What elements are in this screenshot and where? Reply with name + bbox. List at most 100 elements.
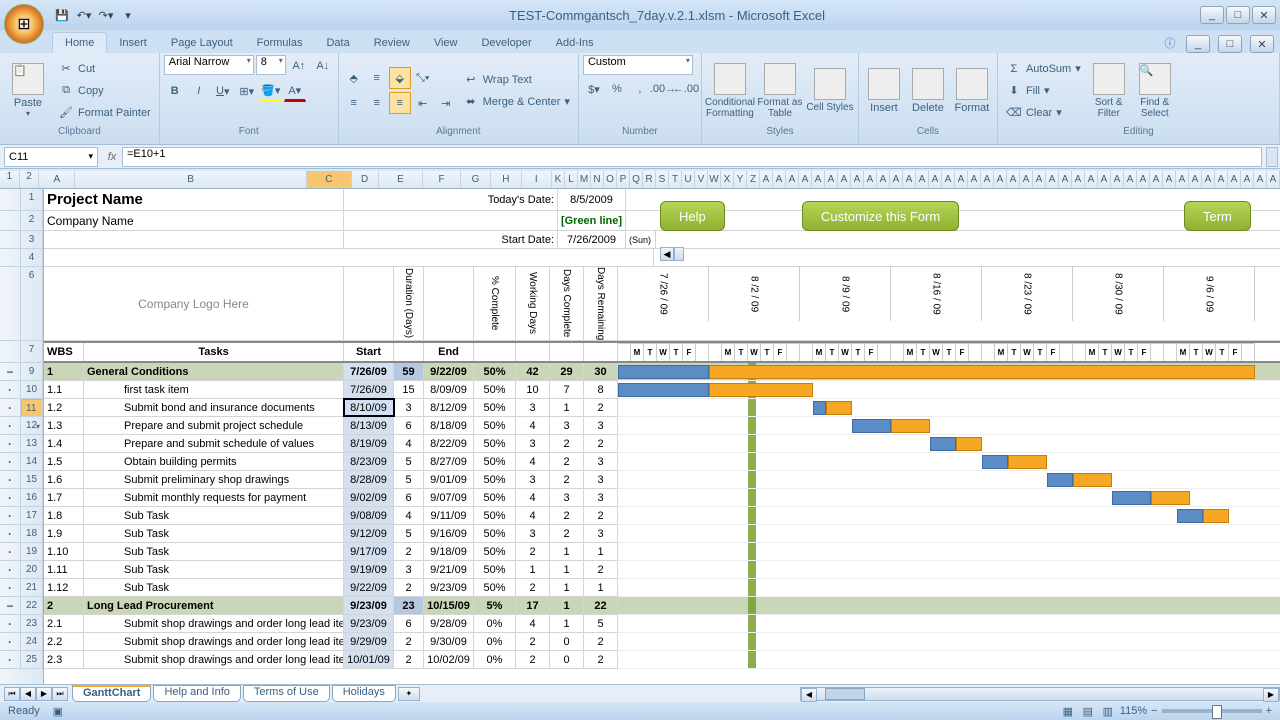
data-area[interactable]: Project Name Today's Date: 8/5/2009 Help… (44, 189, 1280, 690)
expand-formula-bar-icon[interactable] (1266, 147, 1278, 167)
minimize-button[interactable]: _ (1200, 6, 1224, 24)
outline-level-2[interactable]: 2 (20, 171, 40, 188)
scroll-left-icon[interactable]: ◀ (660, 247, 674, 261)
grow-font-icon[interactable]: A↑ (288, 55, 310, 77)
col-A[interactable]: A (39, 171, 75, 188)
fill-color-icon[interactable]: 🪣▾ (260, 80, 282, 102)
cell-styles-button[interactable]: Cell Styles (806, 57, 854, 125)
align-top-icon[interactable]: ⬘ (343, 67, 365, 89)
tab-home[interactable]: Home (52, 32, 107, 53)
col-I[interactable]: I (522, 171, 552, 188)
redo-icon[interactable]: ↷▾ (98, 7, 114, 23)
sheet-tab-ganttchart[interactable]: GanttChart (72, 685, 151, 702)
zoom-level[interactable]: 115% (1120, 705, 1147, 717)
align-center-icon[interactable]: ≡ (366, 92, 388, 114)
tab-data[interactable]: Data (314, 33, 361, 53)
format-painter-button[interactable]: 🖌Format Painter (54, 102, 155, 124)
tab-formulas[interactable]: Formulas (245, 33, 315, 53)
sheet-tab-help[interactable]: Help and Info (153, 685, 240, 702)
customize-button[interactable]: Customize this Form (802, 201, 959, 231)
horizontal-scrollbar[interactable]: ◀ ▶ (800, 687, 1280, 701)
sheet-tab-holidays[interactable]: Holidays (332, 685, 396, 702)
paste-button[interactable]: 📋Paste▾ (4, 57, 52, 125)
font-size-select[interactable]: 8 (256, 55, 286, 75)
fx-icon[interactable]: fx (102, 151, 122, 163)
decrease-indent-icon[interactable]: ⇤ (412, 92, 434, 114)
tab-add-ins[interactable]: Add-Ins (544, 33, 606, 53)
term-button[interactable]: Term (1184, 201, 1251, 231)
tab-nav-next-icon[interactable]: ▶ (36, 687, 52, 701)
align-right-icon[interactable]: ≡ (389, 92, 411, 114)
sheet-tab-terms[interactable]: Terms of Use (243, 685, 330, 702)
tab-insert[interactable]: Insert (107, 33, 159, 53)
align-bottom-icon[interactable]: ⬙ (389, 67, 411, 89)
new-sheet-icon[interactable]: ✦ (398, 687, 420, 701)
col-C[interactable]: C (307, 171, 352, 188)
tab-nav-first-icon[interactable]: ⏮ (4, 687, 20, 701)
help-button[interactable]: Help (660, 201, 725, 231)
copy-button[interactable]: ⧉Copy (54, 80, 155, 102)
find-select-button[interactable]: 🔍Find & Select (1133, 57, 1177, 125)
tab-nav-last-icon[interactable]: ⏭ (52, 687, 68, 701)
company-name[interactable]: Company Name (44, 211, 344, 230)
zoom-slider[interactable] (1162, 709, 1262, 713)
today-date[interactable]: 8/5/2009 (558, 189, 626, 210)
sort-filter-button[interactable]: Sort & Filter (1087, 57, 1131, 125)
align-left-icon[interactable]: ≡ (343, 92, 365, 114)
qat-customize-icon[interactable]: ▾ (120, 7, 136, 23)
scroll-right-icon[interactable]: ▶ (1263, 688, 1279, 702)
view-break-icon[interactable]: ▥ (1100, 703, 1116, 719)
view-normal-icon[interactable]: ▦ (1060, 703, 1076, 719)
bold-icon[interactable]: B (164, 80, 186, 102)
start-date[interactable]: 7/26/2009 (558, 231, 626, 248)
zoom-in-icon[interactable]: + (1266, 705, 1272, 717)
shrink-font-icon[interactable]: A↓ (312, 55, 334, 77)
font-color-icon[interactable]: A▾ (284, 80, 306, 102)
wrap-text-button[interactable]: ↩Wrap Text (459, 69, 574, 91)
col-B[interactable]: B (75, 171, 307, 188)
undo-icon[interactable]: ↶▾ (76, 7, 92, 23)
format-cells-button[interactable]: Format (951, 57, 993, 125)
zoom-out-icon[interactable]: − (1151, 705, 1157, 717)
tab-view[interactable]: View (422, 33, 470, 53)
col-E[interactable]: E (379, 171, 424, 188)
clear-button[interactable]: ⌫Clear▾ (1002, 102, 1085, 124)
col-D[interactable]: D (352, 171, 379, 188)
macro-record-icon[interactable]: ▣ (50, 703, 66, 719)
close-button[interactable]: ✕ (1252, 6, 1276, 24)
col-G[interactable]: G (461, 171, 491, 188)
border-icon[interactable]: ⊞▾ (236, 80, 258, 102)
number-format-select[interactable]: Custom (583, 55, 693, 75)
tab-review[interactable]: Review (362, 33, 422, 53)
currency-icon[interactable]: $▾ (583, 78, 605, 100)
help-icon[interactable]: ⓘ (1162, 35, 1178, 51)
cut-button[interactable]: ✂Cut (54, 58, 155, 80)
save-icon[interactable]: 💾 (54, 7, 70, 23)
delete-cells-button[interactable]: Delete (907, 57, 949, 125)
tab-page-layout[interactable]: Page Layout (159, 33, 245, 53)
project-name[interactable]: Project Name (44, 189, 344, 210)
maximize-button[interactable]: □ (1226, 6, 1250, 24)
formula-input[interactable]: =E10+1 (122, 147, 1262, 167)
scroll-left-icon[interactable]: ◀ (801, 688, 817, 702)
col-narrow-range[interactable]: KLMNOPQRSTUVWXYZAAAAAAAAAAAAAAAAAAAAAAAA… (552, 171, 1280, 188)
view-layout-icon[interactable]: ▤ (1080, 703, 1096, 719)
tab-developer[interactable]: Developer (469, 33, 543, 53)
italic-icon[interactable]: I (188, 80, 210, 102)
orientation-icon[interactable]: ⤡▾ (412, 67, 434, 89)
decrease-decimal-icon[interactable]: ←.00 (675, 78, 697, 100)
ribbon-close-button[interactable]: ✕ (1250, 35, 1274, 53)
tab-nav-prev-icon[interactable]: ◀ (20, 687, 36, 701)
scroll-handle[interactable] (674, 247, 684, 261)
increase-indent-icon[interactable]: ⇥ (435, 92, 457, 114)
ribbon-restore-button[interactable]: □ (1218, 35, 1242, 53)
office-button[interactable]: ⊞ (4, 4, 44, 44)
format-as-table-button[interactable]: Format as Table (756, 57, 804, 125)
outline-level-1[interactable]: 1 (0, 171, 20, 188)
conditional-formatting-button[interactable]: Conditional Formatting (706, 57, 754, 125)
autosum-button[interactable]: ΣAutoSum▾ (1002, 58, 1085, 80)
merge-center-button[interactable]: ⬌Merge & Center▾ (459, 91, 574, 113)
ribbon-minimize-button[interactable]: _ (1186, 35, 1210, 53)
fill-button[interactable]: ⬇Fill▾ (1002, 80, 1085, 102)
col-F[interactable]: F (423, 171, 461, 188)
